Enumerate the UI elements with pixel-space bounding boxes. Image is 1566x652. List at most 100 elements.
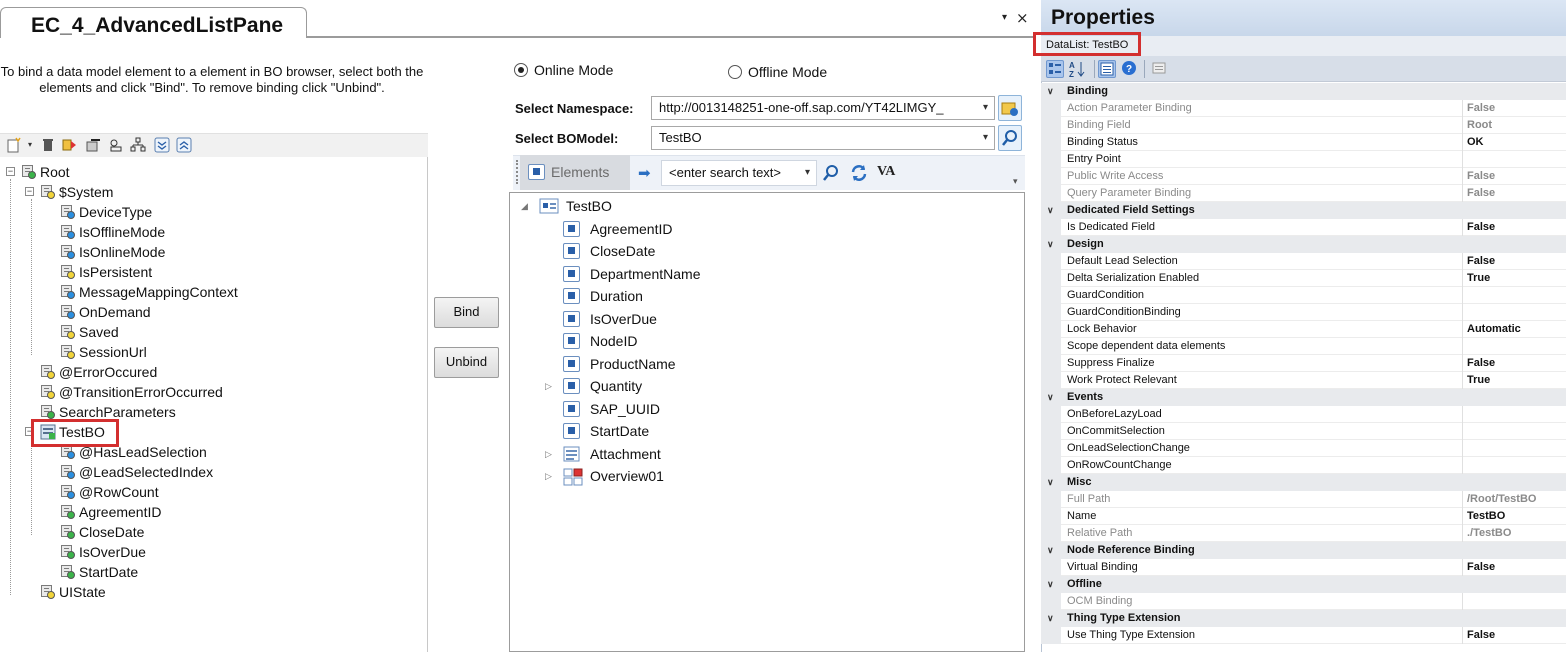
element-icon — [563, 221, 580, 237]
collapsed-triangle-icon[interactable]: ▷ — [545, 450, 552, 460]
property-category[interactable]: ∨ Offline — [1041, 576, 1566, 593]
property-value[interactable]: True — [1467, 270, 1490, 287]
chevron-down-icon[interactable]: ∨ — [1047, 202, 1054, 219]
value-analysis-button[interactable]: VA — [877, 164, 895, 180]
elements-button[interactable]: Elements — [520, 155, 630, 190]
expanded-triangle-icon[interactable]: ◢ — [521, 202, 528, 212]
property-row[interactable]: Name TestBO — [1041, 508, 1566, 525]
search-icon[interactable] — [822, 164, 840, 186]
usage-icon[interactable] — [108, 137, 124, 153]
chevron-down-icon[interactable]: ∨ — [1047, 542, 1054, 559]
property-row[interactable]: Full Path/Root/TestBO — [1041, 491, 1566, 508]
property-value[interactable]: False — [1467, 627, 1495, 644]
property-value[interactable]: TestBO — [1467, 508, 1505, 525]
collapsed-triangle-icon[interactable]: ▷ — [545, 472, 552, 482]
property-row[interactable]: Suppress Finalize False — [1041, 355, 1566, 372]
chevron-down-icon[interactable]: ∨ — [1047, 576, 1054, 593]
collapse-toggle-icon[interactable]: − — [6, 167, 15, 176]
toolbar-overflow-icon[interactable]: ▾ — [1013, 177, 1018, 187]
property-value[interactable]: False — [1467, 559, 1495, 576]
chevron-down-icon[interactable]: ∨ — [1047, 474, 1054, 491]
property-row[interactable]: Work Protect Relevant True — [1041, 372, 1566, 389]
chevron-down-icon[interactable]: ∨ — [1047, 236, 1054, 253]
arrow-right-icon[interactable]: ➡ — [638, 164, 651, 182]
property-value[interactable]: True — [1467, 372, 1490, 389]
property-row[interactable]: Scope dependent data elements — [1041, 338, 1566, 355]
expand-all-icon[interactable] — [154, 137, 170, 153]
property-row[interactable]: GuardConditionBinding — [1041, 304, 1566, 321]
property-row[interactable]: Public Write Access False — [1041, 168, 1566, 185]
help-icon[interactable]: ? — [1120, 60, 1138, 78]
property-value[interactable]: False — [1467, 219, 1495, 236]
property-value[interactable]: False — [1467, 355, 1495, 372]
property-value[interactable]: OK — [1467, 134, 1484, 151]
namespace-browse-button[interactable] — [998, 95, 1022, 121]
column-divider — [1462, 457, 1463, 474]
collapsed-triangle-icon[interactable]: ▷ — [545, 382, 552, 392]
property-row[interactable]: OnCommitSelection — [1041, 423, 1566, 440]
property-row[interactable]: Lock Behavior Automatic — [1041, 321, 1566, 338]
property-value[interactable]: /Root/TestBO — [1467, 491, 1536, 508]
property-row[interactable]: Virtual Binding False — [1041, 559, 1566, 576]
property-row[interactable]: Binding Field Root — [1041, 117, 1566, 134]
hierarchy-icon[interactable] — [130, 137, 146, 153]
column-divider — [1462, 168, 1463, 185]
property-row[interactable]: Default Lead Selection False — [1041, 253, 1566, 270]
property-row[interactable]: Is Dedicated Field False — [1041, 219, 1566, 236]
collapse-all-icon[interactable] — [176, 137, 192, 153]
property-value[interactable]: ./TestBO — [1467, 525, 1511, 542]
element-search-input[interactable]: <enter search text> ▾ — [661, 160, 817, 186]
property-pages-icon[interactable] — [1150, 60, 1168, 78]
refresh-icon[interactable] — [849, 163, 869, 187]
property-category[interactable]: ∨ Misc — [1041, 474, 1566, 491]
unbind-button[interactable]: Unbind — [434, 347, 499, 378]
collapse-toggle-icon[interactable]: − — [25, 187, 34, 196]
bomodel-search-button[interactable] — [998, 125, 1022, 151]
property-row[interactable]: Relative Path ./TestBO — [1041, 525, 1566, 542]
property-row[interactable]: Entry Point — [1041, 151, 1566, 168]
add-dropdown-icon[interactable]: ▾ — [22, 137, 38, 153]
property-value[interactable]: False — [1467, 185, 1495, 202]
property-row[interactable]: OnLeadSelectionChange — [1041, 440, 1566, 457]
property-category[interactable]: ∨ Dedicated Field Settings — [1041, 202, 1566, 219]
document-tab[interactable]: EC_4_AdvancedListPane — [0, 7, 307, 38]
namespace-select[interactable]: http://0013148251-one-off.sap.com/YT42LI… — [651, 96, 995, 120]
property-row[interactable]: GuardCondition — [1041, 287, 1566, 304]
categorized-view-icon[interactable] — [1046, 60, 1064, 78]
edit-node-icon[interactable] — [86, 137, 102, 153]
property-value[interactable]: Automatic — [1467, 321, 1521, 338]
online-mode-radio[interactable] — [514, 63, 528, 77]
chevron-down-icon[interactable]: ∨ — [1047, 83, 1054, 100]
properties-view-icon[interactable] — [1098, 60, 1116, 78]
property-category[interactable]: ∨ Design — [1041, 236, 1566, 253]
bo-root-icon — [539, 198, 559, 220]
add-node-icon[interactable] — [6, 137, 22, 153]
property-category[interactable]: ∨ Events — [1041, 389, 1566, 406]
alphabetical-sort-icon[interactable]: AZ — [1068, 60, 1086, 79]
property-category[interactable]: ∨ Binding — [1041, 83, 1566, 100]
property-value[interactable]: False — [1467, 168, 1495, 185]
property-row[interactable]: OnRowCountChange — [1041, 457, 1566, 474]
offline-mode-radio[interactable] — [728, 65, 742, 79]
property-value[interactable]: Root — [1467, 117, 1492, 134]
property-row[interactable]: OnBeforeLazyLoad — [1041, 406, 1566, 423]
property-row[interactable]: Action Parameter Binding False — [1041, 100, 1566, 117]
property-row[interactable]: Query Parameter Binding False — [1041, 185, 1566, 202]
property-row[interactable]: Binding Status OK — [1041, 134, 1566, 151]
bind-button[interactable]: Bind — [434, 297, 499, 328]
property-category[interactable]: ∨ Node Reference Binding — [1041, 542, 1566, 559]
tab-close-icon[interactable]: × — [1016, 9, 1029, 27]
bomodel-select[interactable]: TestBO ▾ — [651, 126, 995, 150]
cut-node-icon[interactable] — [62, 137, 78, 153]
property-row[interactable]: Use Thing Type Extension False — [1041, 627, 1566, 644]
chevron-down-icon[interactable]: ∨ — [1047, 610, 1054, 627]
property-value[interactable]: False — [1467, 100, 1495, 117]
property-value[interactable]: False — [1467, 253, 1495, 270]
property-name: Action Parameter Binding — [1067, 102, 1192, 114]
property-category[interactable]: ∨ Thing Type Extension — [1041, 610, 1566, 627]
delete-icon[interactable] — [40, 137, 56, 153]
tab-dropdown-icon[interactable]: ▾ — [1002, 12, 1007, 23]
property-row[interactable]: OCM Binding — [1041, 593, 1566, 610]
chevron-down-icon[interactable]: ∨ — [1047, 389, 1054, 406]
property-row[interactable]: Delta Serialization Enabled True — [1041, 270, 1566, 287]
